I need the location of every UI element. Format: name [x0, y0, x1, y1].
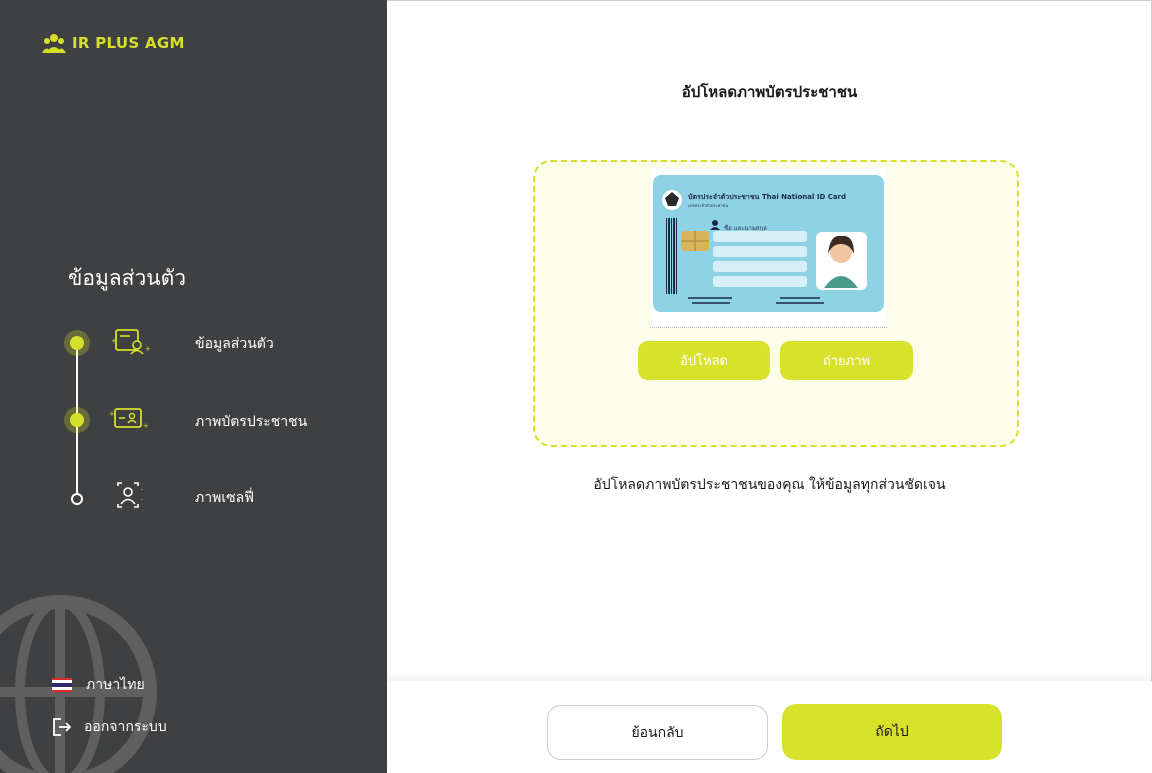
- back-button[interactable]: ย้อนกลับ: [547, 705, 768, 760]
- thai-flag-icon: [52, 678, 72, 692]
- step-indicator-active: [64, 407, 90, 433]
- step-label-id-card: ภาพบัตรประชาชน: [195, 414, 308, 430]
- id-card-icon: + +: [109, 408, 148, 430]
- take-photo-button[interactable]: ถ่ายภาพ: [780, 341, 913, 380]
- svg-text:+: +: [145, 345, 150, 353]
- selfie-scan-icon: · ·: [117, 482, 143, 508]
- logout-icon: [53, 718, 72, 736]
- brand-name: IR PLUS AGM: [72, 34, 185, 52]
- brand-logo[interactable]: IR PLUS AGM: [42, 33, 185, 53]
- profile-form-icon: + +: [111, 329, 150, 355]
- svg-text:+: +: [143, 422, 148, 430]
- step-label-personal-info: ข้อมูลส่วนตัว: [195, 336, 274, 352]
- upload-button[interactable]: อัปโหลด: [638, 341, 770, 380]
- logout-button[interactable]: ออกจากระบบ: [52, 716, 167, 738]
- language-switcher[interactable]: ภาษาไทย: [52, 674, 145, 696]
- card-subheading: เลขประจำตัวประชาชน: [688, 203, 728, 208]
- logout-label: ออกจากระบบ: [84, 719, 167, 735]
- svg-text:+: +: [111, 337, 117, 345]
- svg-text:·: ·: [141, 487, 143, 494]
- svg-text:·: ·: [141, 497, 143, 504]
- next-button[interactable]: ถัดไป: [782, 704, 1002, 760]
- id-card-preview-image: บัตรประจำตัวประชาชน Thai National ID Car…: [650, 168, 887, 328]
- sidebar-title: ข้อมูลส่วนตัว: [68, 266, 187, 290]
- step-label-selfie: ภาพเซลฟี่: [195, 490, 255, 506]
- step-indicator-pending: [71, 493, 83, 505]
- upload-hint: อัปโหลดภาพบัตรประชาชนของคุณ ให้ข้อมูลทุก…: [593, 477, 946, 493]
- page-title: อัปโหลดภาพบัตรประชาชน: [681, 83, 858, 101]
- language-label: ภาษาไทย: [86, 677, 145, 693]
- card-name-label: ชื่อ และนามสกุล: [724, 224, 767, 232]
- step-indicator-done: [64, 330, 90, 356]
- svg-text:+: +: [109, 410, 115, 418]
- people-logo-icon: [42, 34, 66, 53]
- footer-bar: [387, 681, 1152, 773]
- sidebar: IR PLUS AGM ข้อมูลส่วนตัว + + ข้อมูลส่วน…: [0, 0, 387, 773]
- card-heading: บัตรประจำตัวประชาชน Thai National ID Car…: [688, 193, 846, 201]
